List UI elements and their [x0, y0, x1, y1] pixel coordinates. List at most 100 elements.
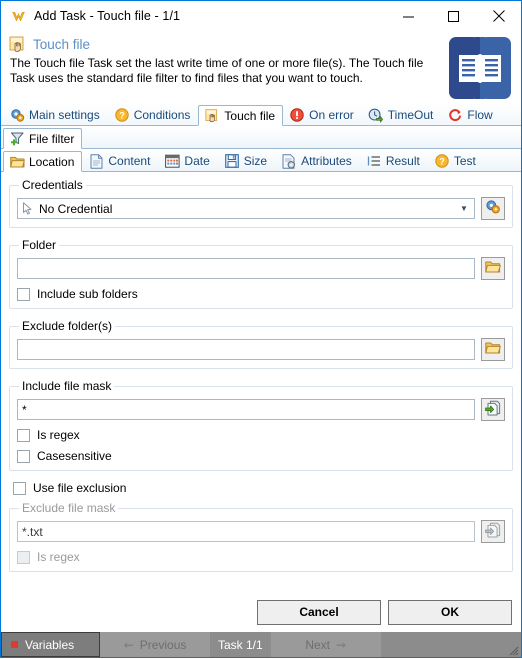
window-title: Add Task - Touch file - 1/1 [34, 9, 180, 23]
maximize-button[interactable] [431, 1, 476, 31]
task-header-title-row: Touch file [9, 35, 513, 53]
minimize-button[interactable] [386, 1, 431, 31]
tab-flow[interactable]: Flow [441, 104, 500, 125]
exclude-file-mask-row [17, 520, 505, 543]
exclude-mask-is-regex-checkbox[interactable] [17, 551, 30, 564]
tab-label: Conditions [134, 108, 191, 122]
tab-attributes[interactable]: Attributes [275, 150, 360, 171]
include-sub-folders-checkbox[interactable] [17, 288, 30, 301]
next-button[interactable]: Next ⇝ [271, 632, 381, 657]
tab-content[interactable]: Content [82, 150, 158, 171]
exclude-mask-is-regex-label: Is regex [37, 550, 80, 564]
close-button[interactable] [476, 1, 521, 31]
previous-button[interactable]: ⇜ Previous [100, 632, 210, 657]
visualcron-logo-icon [9, 7, 27, 25]
folder-row [17, 257, 505, 280]
tab-label: Date [184, 154, 209, 168]
tab-conditions[interactable]: ? Conditions [108, 104, 199, 125]
include-sub-folders-label: Include sub folders [37, 287, 138, 301]
tab-label: Attributes [301, 154, 352, 168]
exclude-file-mask-insert-button[interactable] [481, 520, 505, 543]
touch-file-icon [9, 35, 27, 53]
include-sub-folders-row[interactable]: Include sub folders [17, 287, 505, 301]
folder-group: Folder Include sub folders [9, 238, 513, 309]
include-file-mask-insert-button[interactable] [481, 398, 505, 421]
task-counter: Task 1/1 [210, 632, 271, 657]
tab-touch-file[interactable]: Touch file [198, 105, 283, 126]
include-mask-is-regex-label: Is regex [37, 428, 80, 442]
include-mask-is-regex-row[interactable]: Is regex [17, 428, 505, 442]
question-orange-icon: ? [114, 107, 130, 123]
use-file-exclusion-row[interactable]: Use file exclusion [13, 481, 513, 495]
credentials-legend: Credentials [19, 178, 86, 192]
include-mask-is-regex-checkbox[interactable] [17, 429, 30, 442]
variables-dot-icon [11, 641, 18, 648]
chevron-down-icon[interactable]: ▼ [456, 199, 472, 218]
exclude-folders-legend: Exclude folder(s) [19, 319, 115, 333]
variables-button[interactable]: Variables [1, 632, 100, 657]
tab-result[interactable]: Result [360, 150, 428, 171]
tab-main-settings[interactable]: Main settings [3, 104, 108, 125]
tab-file-filter[interactable]: File filter [3, 128, 82, 149]
tab-test[interactable]: ? Test [428, 150, 484, 171]
exclude-folders-row [17, 338, 505, 361]
tab-label: Size [244, 154, 267, 168]
include-file-mask-legend: Include file mask [19, 379, 114, 393]
tab-label: Result [386, 154, 420, 168]
exclude-file-mask-group: Exclude file mask Is regex [9, 501, 513, 572]
task-type-title: Touch file [33, 37, 90, 52]
include-file-mask-row [17, 398, 505, 421]
timeout-clock-icon [368, 107, 384, 123]
tab-location[interactable]: Location [3, 151, 82, 172]
tab-label: On error [309, 108, 354, 122]
flow-arrow-icon [447, 107, 463, 123]
tab-date[interactable]: Date [158, 150, 217, 171]
tab-label: Location [29, 155, 74, 169]
title-bar: Add Task - Touch file - 1/1 [1, 1, 521, 31]
exclude-folders-input[interactable] [17, 339, 475, 360]
cancel-button[interactable]: Cancel [257, 600, 381, 625]
previous-label: Previous [140, 638, 187, 652]
tab-label: Main settings [29, 108, 100, 122]
next-label: Next [305, 638, 330, 652]
location-panel: Credentials No Credential ▼ [1, 172, 521, 596]
tab-label: Content [108, 154, 150, 168]
cursor-arrow-icon [21, 202, 35, 216]
folder-input[interactable] [17, 258, 475, 279]
status-bar: Variables ⇜ Previous Task 1/1 Next ⇝ [1, 632, 521, 657]
exclude-file-mask-legend: Exclude file mask [19, 501, 118, 515]
arrow-right-icon: ⇝ [336, 638, 346, 652]
funnel-add-icon [9, 131, 25, 147]
task-description: The Touch file Task set the last write t… [10, 56, 450, 86]
credentials-row: No Credential ▼ [17, 197, 505, 220]
folder-legend: Folder [19, 238, 59, 252]
folder-icon [9, 154, 25, 170]
calendar-icon [164, 153, 180, 169]
main-tab-row: Main settings ? Conditions Touch file [1, 103, 521, 126]
tab-label: Touch file [224, 109, 275, 123]
tab-size[interactable]: Size [218, 150, 275, 171]
include-mask-casesensitive-row[interactable]: Casesensitive [17, 449, 505, 463]
tab-timeout[interactable]: TimeOut [362, 104, 442, 125]
folder-browse-button[interactable] [481, 257, 505, 280]
tab-label: Flow [467, 108, 492, 122]
include-file-mask-group: Include file mask Is regex [9, 379, 513, 471]
include-mask-casesensitive-checkbox[interactable] [17, 450, 30, 463]
include-file-mask-input[interactable] [17, 399, 475, 420]
exclude-file-mask-input[interactable] [17, 521, 475, 542]
credentials-settings-button[interactable] [481, 197, 505, 220]
tab-on-error[interactable]: On error [283, 104, 362, 125]
filter-tab-row: Location Content [1, 149, 521, 172]
variables-label: Variables [25, 638, 74, 652]
resize-grip[interactable] [507, 644, 519, 656]
use-file-exclusion-checkbox[interactable] [13, 482, 26, 495]
exclude-mask-is-regex-row[interactable]: Is regex [17, 550, 505, 564]
exclude-folders-browse-button[interactable] [481, 338, 505, 361]
gears-icon [9, 107, 25, 123]
touch-file-icon [204, 108, 220, 124]
tab-label: File filter [29, 132, 74, 146]
credentials-select[interactable]: No Credential ▼ [17, 198, 475, 219]
exclude-folders-group: Exclude folder(s) [9, 319, 513, 369]
use-file-exclusion-label: Use file exclusion [33, 481, 126, 495]
ok-button[interactable]: OK [388, 600, 512, 625]
